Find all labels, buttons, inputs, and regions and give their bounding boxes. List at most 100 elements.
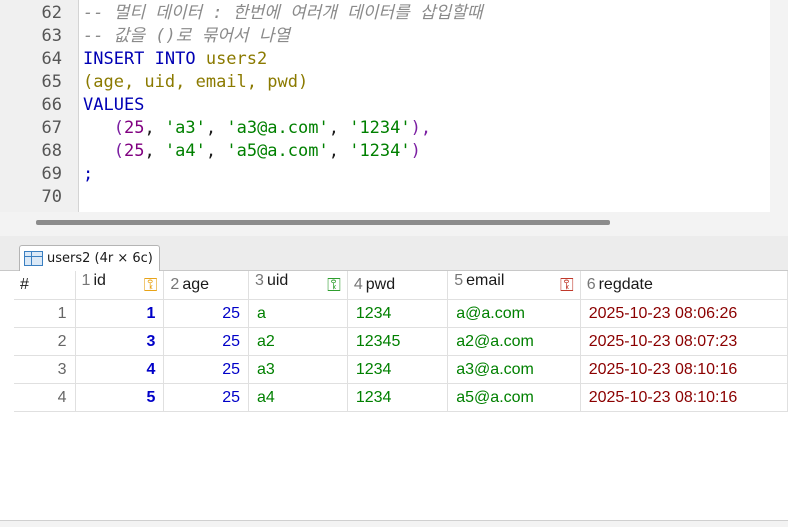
column-index: 2 [170, 276, 180, 293]
code-token: , [144, 118, 165, 138]
code-token: 25 [123, 118, 145, 138]
cell-id[interactable]: 3 [75, 327, 165, 356]
cell-uid[interactable]: a2 [248, 327, 348, 356]
row-number: 3 [14, 355, 76, 384]
column-header-regdate[interactable]: 6 regdate [580, 271, 788, 300]
column-label: pwd [365, 276, 396, 293]
column-label: age [182, 276, 210, 293]
column-label: email [466, 272, 505, 289]
cell-regdate[interactable]: 2025-10-23 08:10:16 [580, 355, 788, 384]
table-grid-icon [24, 251, 43, 266]
column-header-age[interactable]: 2 age [163, 271, 250, 300]
cell-pwd[interactable]: 1234 [347, 299, 449, 328]
code-token: users2 [205, 49, 268, 69]
table-row[interactable]: 1 1 25 a 1234 a@a.com 2025-10-23 08:06:26 [14, 299, 788, 328]
result-tab[interactable]: users2 (4r × 6c) [19, 245, 160, 271]
column-header-id[interactable]: 1 id ⚿ [75, 271, 165, 300]
code-token: 'a3' [164, 118, 206, 138]
grid-header-row: #1 id ⚿ 2 age 3 uid ⚿ 4 pwd 5 email ⚿ 6 regdate [14, 271, 788, 300]
cell-pwd[interactable]: 12345 [347, 327, 449, 356]
cell-id[interactable]: 1 [75, 299, 165, 328]
code-line: ; [83, 163, 93, 186]
cell-regdate[interactable]: 2025-10-23 08:07:23 [580, 327, 788, 356]
result-grid[interactable]: #1 id ⚿ 2 age 3 uid ⚿ 4 pwd 5 email ⚿ 6 regdate 1 1 25 a 1… [14, 271, 788, 412]
cell-regdate[interactable]: 2025-10-23 08:06:26 [580, 299, 788, 328]
column-index: 1 [81, 272, 91, 289]
editor-vertical-scrollbar[interactable] [770, 0, 788, 212]
line-number: 63 [41, 26, 62, 46]
code-token: , [328, 118, 350, 138]
code-token: '1234' [349, 141, 411, 161]
column-label: regdate [598, 276, 653, 293]
line-number: 69 [41, 164, 62, 184]
code-token: ( [83, 72, 94, 92]
column-header-pwd[interactable]: 4 pwd [347, 271, 449, 300]
column-label: # [20, 276, 29, 293]
code-line: INSERT INTO users2 [83, 48, 267, 71]
code-token: ) [410, 141, 421, 161]
column-header-rownum[interactable]: # [14, 271, 76, 300]
cell-email[interactable]: a5@a.com [447, 383, 581, 412]
result-tab-label: users2 (4r × 6c) [47, 251, 153, 266]
cell-uid[interactable]: a3 [248, 355, 348, 384]
code-token: , [205, 118, 227, 138]
cell-uid[interactable]: a4 [248, 383, 348, 412]
column-label: id [93, 272, 106, 289]
grid-body: 1 1 25 a 1234 a@a.com 2025-10-23 08:06:26 2 3 25 a… [14, 299, 788, 412]
code-line: (25, 'a3', 'a3@a.com', '1234'), [83, 117, 431, 140]
table-row[interactable]: 3 4 25 a3 1234 a3@a.com 2025-10-23 08:10:16 [14, 355, 788, 384]
result-tab-strip: users2 (4r × 6c) [0, 236, 788, 271]
code-token: age, uid, email, pwd [93, 72, 298, 92]
column-index: 4 [353, 276, 363, 293]
scrollbar-thumb[interactable] [36, 220, 610, 225]
column-label: uid [266, 272, 289, 289]
cell-email[interactable]: a3@a.com [447, 355, 581, 384]
cell-regdate[interactable]: 2025-10-23 08:10:16 [580, 383, 788, 412]
code-token: 'a3@a.com' [226, 118, 329, 138]
code-line: -- 값을 ()로 묶어서 나열 [83, 25, 290, 48]
cell-id[interactable]: 5 [75, 383, 165, 412]
row-number: 4 [14, 383, 76, 412]
table-row[interactable]: 2 3 25 a2 12345 a2@a.com 2025-10-23 08:07:23 [14, 327, 788, 356]
code-token: -- 값을 ()로 묶어서 나열 [83, 26, 290, 46]
table-row[interactable]: 4 5 25 a4 1234 a5@a.com 2025-10-23 08:10:16 [14, 383, 788, 412]
line-number: 70 [41, 187, 62, 207]
column-header-email[interactable]: 5 email ⚿ [447, 271, 581, 300]
code-token: , [328, 141, 350, 161]
unique-key-icon: ⚿ [327, 275, 341, 295]
code-token: ( [83, 118, 124, 138]
cell-pwd[interactable]: 1234 [347, 355, 449, 384]
code-token: , [144, 141, 165, 161]
line-number-gutter: 62 63 64 65 66 67 68 69 70 [0, 0, 79, 212]
code-token: , [205, 141, 227, 161]
code-line: VALUES [83, 94, 144, 117]
code-token: INSERT INTO [83, 49, 206, 69]
cell-age[interactable]: 25 [163, 299, 250, 328]
column-index: 3 [255, 272, 264, 289]
column-index: 5 [454, 272, 464, 289]
column-header-uid[interactable]: 3 uid ⚿ [248, 271, 348, 300]
cell-uid[interactable]: a [248, 299, 348, 328]
code-token: 25 [123, 141, 145, 161]
code-token: 'a4' [164, 141, 206, 161]
line-number: 66 [41, 95, 62, 115]
result-panel: users2 (4r × 6c) #1 id ⚿ 2 age 3 uid ⚿ 4 pwd 5 emai… [0, 236, 788, 526]
sql-editor[interactable]: 62 63 64 65 66 67 68 69 70 -- 멀티 데이터 : 한번에 여러개 데… [0, 0, 770, 212]
code-token: ; [83, 164, 94, 184]
code-token: VALUES [83, 95, 145, 115]
code-token: ( [83, 141, 124, 161]
code-line: (age, uid, email, pwd) [83, 71, 308, 94]
cell-age[interactable]: 25 [163, 383, 250, 412]
cell-age[interactable]: 25 [163, 327, 250, 356]
code-line: -- 멀티 데이터 : 한번에 여러개 데이터를 삽입할때 [83, 2, 483, 25]
code-token: ) [297, 72, 309, 92]
editor-horizontal-scrollbar[interactable] [0, 212, 788, 236]
foreign-key-icon: ⚿ [559, 275, 574, 295]
cell-email[interactable]: a@a.com [447, 299, 581, 328]
cell-id[interactable]: 4 [75, 355, 165, 384]
cell-age[interactable]: 25 [163, 355, 250, 384]
cell-email[interactable]: a2@a.com [447, 327, 581, 356]
code-token: -- 멀티 데이터 : 한번에 여러개 데이터를 삽입할때 [83, 3, 483, 23]
line-number: 68 [41, 141, 62, 161]
cell-pwd[interactable]: 1234 [347, 383, 449, 412]
